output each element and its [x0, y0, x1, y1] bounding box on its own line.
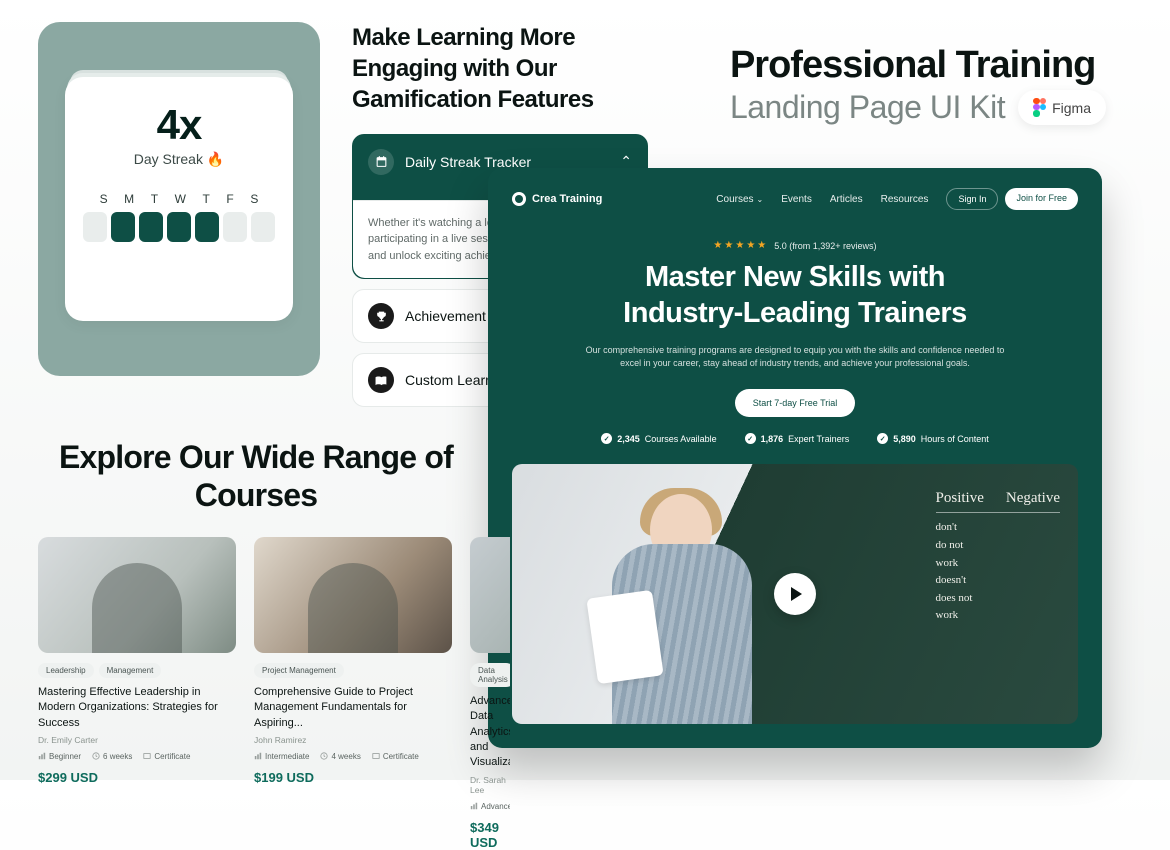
- duration-meta: 4 weeks: [320, 752, 360, 761]
- level-icon: [470, 802, 478, 810]
- hero-navbar: Crea Training Courses⌄ Events Articles R…: [512, 188, 1078, 210]
- rating: ★★★★★ 5.0 (from 1,392+ reviews): [512, 240, 1078, 251]
- day-box: [83, 212, 107, 242]
- day-box-active: [139, 212, 163, 242]
- play-button[interactable]: [774, 573, 816, 615]
- calendar-icon: [368, 149, 394, 175]
- start-trial-button[interactable]: Start 7-day Free Trial: [735, 389, 856, 417]
- star-icon: ★: [713, 240, 722, 251]
- streak-value: 4x: [83, 101, 275, 149]
- brand-icon: [512, 192, 526, 206]
- course-card[interactable]: Leadership Management Mastering Effective…: [38, 537, 236, 850]
- star-icon: ★: [735, 240, 744, 251]
- duration-meta: 6 weeks: [92, 752, 132, 761]
- teacher-illustration: [582, 494, 782, 724]
- hero-heading: Master New Skills withIndustry-Leading T…: [512, 259, 1078, 332]
- level-meta: Advanced: [470, 802, 510, 811]
- courses-heading: Explore Our Wide Range of Courses: [38, 438, 474, 515]
- course-list: Leadership Management Mastering Effective…: [38, 537, 474, 850]
- day-box-active: [195, 212, 219, 242]
- courses-section: Explore Our Wide Range of Courses Leader…: [38, 438, 474, 850]
- nav-events[interactable]: Events: [781, 194, 812, 205]
- clock-icon: [92, 752, 100, 760]
- chalkboard-content: PositiveNegative don'tdo notwork doesn't…: [936, 486, 1060, 625]
- level-icon: [38, 752, 46, 760]
- book-icon: [368, 367, 394, 393]
- certificate-icon: [143, 752, 151, 760]
- cert-meta: Certificate: [143, 752, 190, 761]
- chevron-down-icon: ⌄: [757, 195, 764, 204]
- day-box: [223, 212, 247, 242]
- level-meta: Beginner: [38, 752, 81, 761]
- course-thumbnail: [254, 537, 452, 653]
- signin-button[interactable]: Sign In: [946, 188, 998, 210]
- cert-meta: Certificate: [372, 752, 419, 761]
- stat-hours: ✓5,890Hours of Content: [877, 433, 989, 444]
- day-box-active: [167, 212, 191, 242]
- check-icon: ✓: [745, 433, 756, 444]
- course-title: Mastering Effective Leadership in Modern…: [38, 685, 236, 731]
- course-thumbnail: [470, 537, 510, 653]
- rating-text: 5.0 (from 1,392+ reviews): [774, 241, 876, 251]
- nav-courses[interactable]: Courses⌄: [716, 194, 763, 205]
- tag: Management: [99, 663, 162, 678]
- course-author: John Ramirez: [254, 735, 452, 745]
- day-box-active: [111, 212, 135, 242]
- stat-trainers: ✓1,876Expert Trainers: [745, 433, 850, 444]
- course-thumbnail: [38, 537, 236, 653]
- tag: Data Analysis: [470, 663, 510, 687]
- hero-video[interactable]: PositiveNegative don'tdo notwork doesn't…: [512, 464, 1078, 724]
- certificate-icon: [372, 752, 380, 760]
- course-price: $299 USD: [38, 770, 236, 785]
- course-author: Dr. Sarah Lee: [470, 775, 510, 795]
- hero-preview: Crea Training Courses⌄ Events Articles R…: [488, 168, 1102, 748]
- tag: Leadership: [38, 663, 94, 678]
- brand[interactable]: Crea Training: [512, 192, 602, 206]
- day-box: [251, 212, 275, 242]
- join-button[interactable]: Join for Free: [1005, 188, 1078, 210]
- streak-boxes: [83, 212, 275, 242]
- course-title: Comprehensive Guide to Project Managemen…: [254, 685, 452, 731]
- tag: Project Management: [254, 663, 344, 678]
- clock-icon: [320, 752, 328, 760]
- trophy-icon: [368, 303, 394, 329]
- stats: ✓2,345Courses Available ✓1,876Expert Tra…: [512, 433, 1078, 444]
- day-label: S: [250, 192, 258, 206]
- figma-icon: [1033, 98, 1046, 117]
- course-card[interactable]: Project Management Comprehensive Guide t…: [254, 537, 452, 850]
- level-meta: Intermediate: [254, 752, 309, 761]
- day-label: T: [203, 192, 210, 206]
- star-icon: ★: [746, 240, 755, 251]
- promo-subheading: Landing Page UI Kit: [730, 89, 1005, 126]
- course-price: $349 USD: [470, 820, 510, 850]
- day-label: T: [151, 192, 158, 206]
- badge-label: Figma: [1052, 100, 1091, 116]
- star-icon: ★: [757, 240, 766, 251]
- level-icon: [254, 752, 262, 760]
- day-label: W: [175, 192, 186, 206]
- promo-heading: Professional Training: [730, 44, 1106, 87]
- brand-name: Crea Training: [532, 193, 602, 205]
- star-icon: ★: [724, 240, 733, 251]
- course-title: Advanced Data Analytics and Visualizatio…: [470, 694, 510, 771]
- streak-label: Day Streak 🔥: [83, 151, 275, 168]
- nav-articles[interactable]: Articles: [830, 194, 863, 205]
- day-label: M: [124, 192, 134, 206]
- stat-courses: ✓2,345Courses Available: [601, 433, 716, 444]
- streak-widget: 4x Day Streak 🔥 S M T W T F S: [38, 22, 320, 376]
- gamification-heading: Make Learning More Engaging with Our Gam…: [352, 22, 648, 116]
- check-icon: ✓: [877, 433, 888, 444]
- promo-header: Professional Training Landing Page UI Ki…: [730, 44, 1106, 126]
- day-labels: S M T W T F S: [83, 192, 275, 206]
- day-label: S: [100, 192, 108, 206]
- course-price: $199 USD: [254, 770, 452, 785]
- figma-badge: Figma: [1018, 90, 1106, 125]
- course-author: Dr. Emily Carter: [38, 735, 236, 745]
- check-icon: ✓: [601, 433, 612, 444]
- hero-description: Our comprehensive training programs are …: [575, 344, 1015, 372]
- nav-resources[interactable]: Resources: [881, 194, 929, 205]
- day-label: F: [226, 192, 233, 206]
- streak-card: 4x Day Streak 🔥 S M T W T F S: [65, 77, 293, 321]
- course-card[interactable]: Data Analysis Advanced Data Analytics an…: [470, 537, 510, 850]
